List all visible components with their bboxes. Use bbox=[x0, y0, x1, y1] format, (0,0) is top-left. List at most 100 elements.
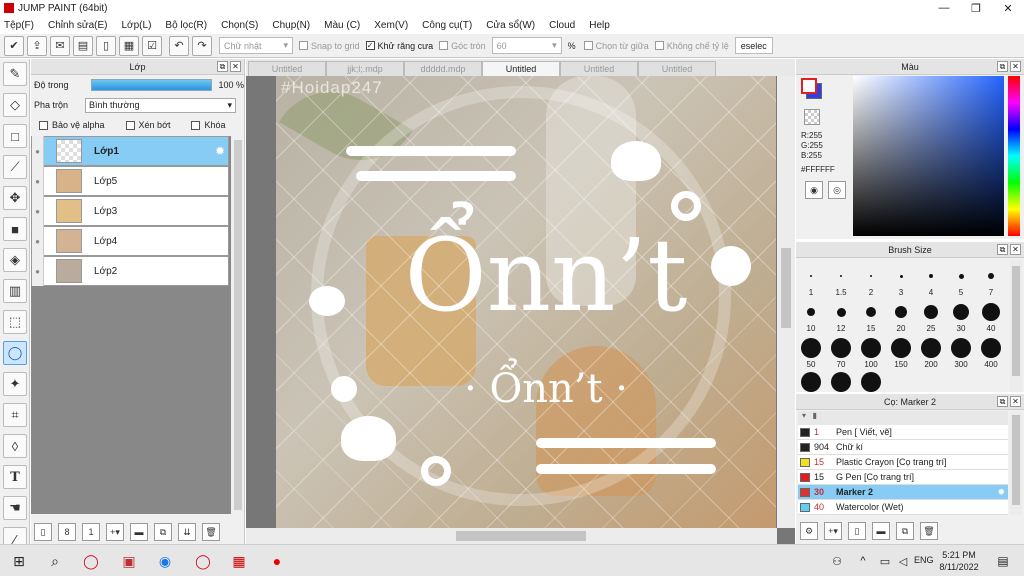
close-button[interactable]: ✕ bbox=[992, 0, 1024, 16]
rectangle-tool-icon[interactable]: □ bbox=[3, 124, 27, 148]
brush-size-cell[interactable]: 300 bbox=[946, 336, 976, 369]
visibility-icon[interactable]: ● bbox=[32, 226, 44, 256]
language-indicator[interactable]: ENG bbox=[914, 555, 934, 565]
brush-size-cell[interactable]: 400 bbox=[976, 336, 1006, 369]
brush-tool-icon[interactable]: ✎ bbox=[3, 62, 27, 86]
round-value-input[interactable]: 60 ▾ bbox=[491, 37, 562, 54]
jump-paint-icon[interactable]: ▦ bbox=[224, 549, 254, 573]
brush-size-cell[interactable]: 20 bbox=[886, 300, 916, 333]
visibility-icon[interactable]: ● bbox=[32, 196, 44, 226]
brush-size-cell[interactable] bbox=[856, 372, 886, 392]
clip-checkbox[interactable]: Xén bớt bbox=[125, 120, 170, 130]
property-icon[interactable]: ☑ bbox=[142, 35, 162, 56]
menu-window[interactable]: Cửa sổ(W) bbox=[486, 20, 535, 31]
hue-slider[interactable] bbox=[1008, 76, 1020, 236]
new-layer-1bit-icon[interactable]: 1 bbox=[82, 523, 100, 541]
brush-size-cell[interactable]: 70 bbox=[826, 336, 856, 369]
menu-select[interactable]: Chọn(S) bbox=[221, 20, 258, 31]
brush-size-cell[interactable]: 10 bbox=[796, 300, 826, 333]
brush-size-cell[interactable]: 5 bbox=[946, 264, 976, 297]
palette-icon[interactable]: ◉ bbox=[805, 181, 823, 199]
brush-size-cell[interactable] bbox=[826, 372, 856, 392]
opacity-slider[interactable] bbox=[90, 79, 213, 91]
app-icon-task[interactable]: ▣ bbox=[114, 549, 144, 573]
tool-settings-icon[interactable]: ⚙ bbox=[800, 522, 818, 540]
palette-settings-icon[interactable]: ◎ bbox=[828, 181, 846, 199]
brush-size-cell[interactable]: 200 bbox=[916, 336, 946, 369]
magic-wand-tool-icon[interactable]: ✦ bbox=[3, 372, 27, 396]
antialias-checkbox[interactable]: ✓ Khử răng cưa bbox=[365, 41, 433, 51]
share-icon[interactable]: ⇪ bbox=[27, 35, 47, 56]
select-center-checkbox[interactable]: Chọn từ giữa bbox=[583, 41, 649, 51]
material-icon[interactable]: ▦ bbox=[119, 35, 139, 56]
tab-untitled-2[interactable]: Untitled bbox=[560, 61, 638, 76]
menu-edit[interactable]: Chỉnh sửa(E) bbox=[48, 20, 108, 31]
brush-size-cell[interactable]: 3 bbox=[886, 264, 916, 297]
windows-start-icon[interactable]: ⊞ bbox=[4, 549, 34, 573]
panel-restore-icon[interactable]: ⧉ bbox=[997, 396, 1008, 407]
panel-close-icon[interactable]: ✕ bbox=[230, 61, 241, 72]
canvas-artwork[interactable]: #Hoidap247 Ổnn’t · Ổnn’t · bbox=[276, 76, 776, 528]
brush-size-cell[interactable]: 7 bbox=[976, 264, 1006, 297]
shape-select[interactable]: Chữ nhật ▾ bbox=[219, 37, 293, 54]
select-eraser-tool-icon[interactable]: ◊ bbox=[3, 434, 27, 458]
tab-jjk[interactable]: jjk;l;.mdp bbox=[326, 61, 404, 76]
tab-ddddd[interactable]: ddddd.mdp bbox=[404, 61, 482, 76]
menu-filter[interactable]: Bộ lọc(R) bbox=[165, 20, 207, 31]
duplicate-layer-icon[interactable]: ⧉ bbox=[154, 523, 172, 541]
brush-scrollbar[interactable] bbox=[1010, 260, 1022, 392]
transparent-color-swatch[interactable] bbox=[804, 109, 820, 125]
blend-mode-select[interactable]: Bình thường ▾ bbox=[85, 97, 237, 113]
add-layer-menu-icon[interactable]: +▾ bbox=[106, 523, 124, 541]
tool-row[interactable]: 15 Plastic Crayon [Cọ trang trí] bbox=[798, 455, 1008, 470]
bucket-tool-icon[interactable]: ◈ bbox=[3, 248, 27, 272]
brush-size-cell[interactable]: 12 bbox=[826, 300, 856, 333]
menu-file[interactable]: Tệp(F) bbox=[4, 20, 34, 31]
panel-restore-icon[interactable]: ⧉ bbox=[217, 61, 228, 72]
folder-icon[interactable]: ▬ bbox=[872, 522, 890, 540]
merge-layer-icon[interactable]: ⇊ bbox=[178, 523, 196, 541]
menu-tools[interactable]: Công cụ(T) bbox=[422, 20, 472, 31]
brush-size-cell[interactable]: 40 bbox=[976, 300, 1006, 333]
new-layer-icon[interactable]: ▯ bbox=[34, 523, 52, 541]
brush-size-cell[interactable]: 1.5 bbox=[826, 264, 856, 297]
brush-size-cell[interactable]: 50 bbox=[796, 336, 826, 369]
search-icon[interactable]: ⌕ bbox=[40, 549, 70, 573]
eraser-tool-icon[interactable]: ◇ bbox=[3, 93, 27, 117]
panel-restore-icon[interactable]: ⧉ bbox=[997, 244, 1008, 255]
brush-size-cell[interactable]: 15 bbox=[856, 300, 886, 333]
protect-alpha-checkbox[interactable]: Bảo vệ alpha bbox=[39, 120, 105, 130]
brush-size-cell[interactable]: 2 bbox=[856, 264, 886, 297]
panel-close-icon[interactable]: ✕ bbox=[1010, 244, 1021, 255]
no-ratio-checkbox[interactable]: Không chế tỷ lệ bbox=[654, 41, 729, 51]
tool-row[interactable]: 904 Chữ kí bbox=[798, 440, 1008, 455]
brush-size-cell[interactable]: 30 bbox=[946, 300, 976, 333]
visibility-icon[interactable]: ● bbox=[32, 256, 44, 286]
layer-row[interactable]: ● Lớp1 ✹ bbox=[31, 136, 229, 166]
gear-icon[interactable]: ✹ bbox=[215, 144, 225, 158]
notification-icon[interactable]: ▤ bbox=[988, 549, 1018, 573]
folder-icon[interactable]: ▬ bbox=[130, 523, 148, 541]
tool-scrollbar[interactable] bbox=[1010, 411, 1022, 515]
deselect-button[interactable]: eselec bbox=[734, 37, 773, 54]
brush-size-cell[interactable]: 25 bbox=[916, 300, 946, 333]
delete-tool-icon[interactable]: 🗑 bbox=[920, 522, 938, 540]
panel-icon[interactable]: ▤ bbox=[73, 35, 93, 56]
menu-view[interactable]: Xem(V) bbox=[374, 20, 408, 31]
undo-icon[interactable]: ↶ bbox=[169, 35, 189, 56]
layer-row[interactable]: ● Lớp3 bbox=[31, 196, 229, 226]
menu-cloud[interactable]: Cloud bbox=[549, 20, 575, 31]
tool-row-selected[interactable]: 30 Marker 2 ✹ bbox=[798, 485, 1008, 500]
zalo-icon[interactable]: ◉ bbox=[150, 549, 180, 573]
duplicate-tool-icon[interactable]: ⧉ bbox=[896, 522, 914, 540]
hand-tool-icon[interactable]: ☚ bbox=[3, 496, 27, 520]
menu-help[interactable]: Help bbox=[589, 20, 610, 31]
brush-size-cell[interactable]: 100 bbox=[856, 336, 886, 369]
brush-size-cell[interactable]: 1 bbox=[796, 264, 826, 297]
tool-copy-icon[interactable]: ▯ bbox=[848, 522, 866, 540]
lock-checkbox[interactable]: Khóa bbox=[191, 120, 226, 130]
panel-close-icon[interactable]: ✕ bbox=[1010, 61, 1021, 72]
opera-gx-icon[interactable]: ◯ bbox=[188, 549, 218, 573]
record-icon[interactable]: ● bbox=[262, 549, 292, 573]
foreground-color-swatch[interactable] bbox=[801, 78, 817, 94]
